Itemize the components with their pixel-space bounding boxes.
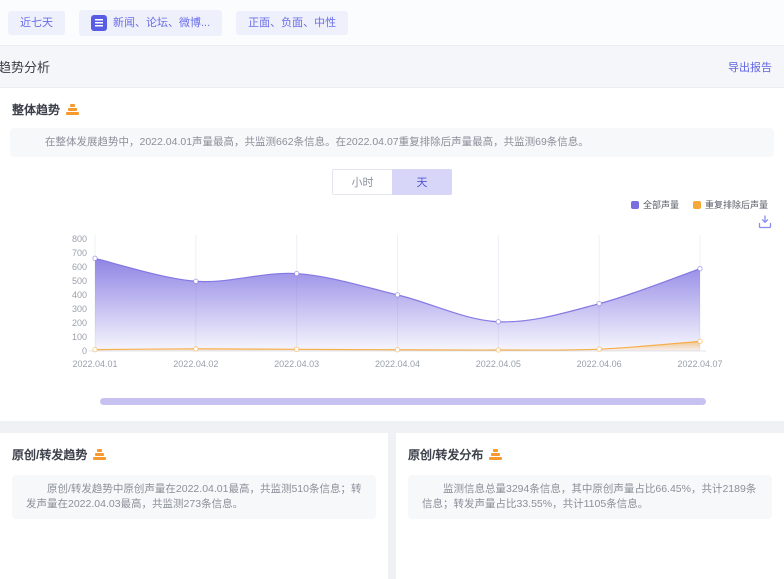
svg-text:0: 0 bbox=[82, 346, 87, 356]
page-title: 趋势分析 bbox=[0, 57, 50, 76]
chart-toolbox bbox=[0, 215, 784, 229]
chart-legend: 全部声量 重复排除后声量 bbox=[0, 198, 784, 211]
original-repost-trend-title: 原创/转发趋势 bbox=[12, 446, 87, 463]
filter-chip-time-label: 近七天 bbox=[20, 16, 53, 30]
legend-label-total: 全部声量 bbox=[643, 198, 679, 211]
svg-text:300: 300 bbox=[72, 304, 87, 314]
svg-text:2022.04.04: 2022.04.04 bbox=[375, 359, 420, 369]
svg-text:2022.04.05: 2022.04.05 bbox=[476, 359, 521, 369]
overall-trend-title-row: 整体趋势 bbox=[0, 101, 784, 118]
section-header: 趋势分析 导出报告 bbox=[0, 45, 784, 88]
filter-bar: 近七天 新闻、论坛、微博... 正面、负面、中性 bbox=[0, 0, 784, 45]
media-source-icon bbox=[91, 15, 107, 31]
svg-text:200: 200 bbox=[72, 318, 87, 328]
trend-analysis-icon bbox=[66, 104, 79, 115]
svg-text:2022.04.06: 2022.04.06 bbox=[577, 359, 622, 369]
overall-trend-title: 整体趋势 bbox=[12, 101, 60, 118]
granularity-toggle: 小时 天 bbox=[0, 169, 784, 195]
legend-swatch-dedup bbox=[693, 201, 701, 209]
svg-text:600: 600 bbox=[72, 262, 87, 272]
svg-text:400: 400 bbox=[72, 290, 87, 300]
original-repost-distribution-summary: 监测信息总量3294条信息，其中原创声量占比66.45%，共计2189条信息；转… bbox=[408, 475, 772, 519]
original-repost-trend-summary: 原创/转发趋势中原创声量在2022.04.01最高，共监测510条信息；转发声量… bbox=[12, 475, 376, 519]
svg-text:800: 800 bbox=[72, 234, 87, 244]
legend-item-dedup[interactable]: 重复排除后声量 bbox=[693, 198, 768, 211]
svg-text:2022.04.01: 2022.04.01 bbox=[72, 359, 117, 369]
filter-chip-source-label: 新闻、论坛、微博... bbox=[113, 16, 210, 30]
original-repost-distribution-card: 原创/转发分布 监测信息总量3294条信息，其中原创声量占比66.45%，共计2… bbox=[396, 433, 784, 579]
trend-analysis-icon bbox=[93, 449, 106, 460]
original-repost-trend-card: 原创/转发趋势 原创/转发趋势中原创声量在2022.04.01最高，共监测510… bbox=[0, 433, 388, 579]
toggle-day-button[interactable]: 天 bbox=[392, 169, 452, 195]
original-repost-distribution-title: 原创/转发分布 bbox=[408, 446, 483, 463]
trend-chart-area: 0 100 200 300 400 500 600 700 800 2022.04.01 2022.… bbox=[0, 229, 784, 384]
legend-swatch-total bbox=[631, 201, 639, 209]
overall-trend-panel: 整体趋势 在整体发展趋势中，2022.04.01声量最高，共监测662条信息。在… bbox=[0, 88, 784, 421]
save-as-image-icon[interactable] bbox=[758, 215, 772, 229]
filter-chip-source[interactable]: 新闻、论坛、微博... bbox=[79, 10, 222, 36]
svg-text:700: 700 bbox=[72, 248, 87, 258]
area-chart[interactable]: 0 100 200 300 400 500 600 700 800 2022.04.01 2022.… bbox=[0, 229, 784, 379]
original-repost-distribution-title-row: 原创/转发分布 bbox=[408, 446, 772, 463]
svg-text:2022.04.07: 2022.04.07 bbox=[677, 359, 722, 369]
svg-text:100: 100 bbox=[72, 332, 87, 342]
legend-label-dedup: 重复排除后声量 bbox=[705, 198, 768, 211]
overall-trend-summary: 在整体发展趋势中，2022.04.01声量最高，共监测662条信息。在2022.… bbox=[10, 128, 774, 157]
toggle-hour-button[interactable]: 小时 bbox=[332, 169, 392, 195]
legend-item-total[interactable]: 全部声量 bbox=[631, 198, 679, 211]
svg-text:500: 500 bbox=[72, 276, 87, 286]
svg-text:2022.04.02: 2022.04.02 bbox=[173, 359, 218, 369]
trend-analysis-icon bbox=[489, 449, 502, 460]
export-report-link[interactable]: 导出报告 bbox=[728, 59, 772, 75]
filter-chip-sentiment-label: 正面、负面、中性 bbox=[248, 16, 336, 30]
filter-chip-sentiment[interactable]: 正面、负面、中性 bbox=[236, 11, 348, 35]
bottom-cards: 原创/转发趋势 原创/转发趋势中原创声量在2022.04.01最高，共监测510… bbox=[0, 433, 784, 579]
filter-chip-time[interactable]: 近七天 bbox=[8, 11, 65, 35]
data-zoom-slider[interactable] bbox=[100, 398, 706, 405]
svg-text:2022.04.03: 2022.04.03 bbox=[274, 359, 319, 369]
original-repost-trend-title-row: 原创/转发趋势 bbox=[12, 446, 376, 463]
